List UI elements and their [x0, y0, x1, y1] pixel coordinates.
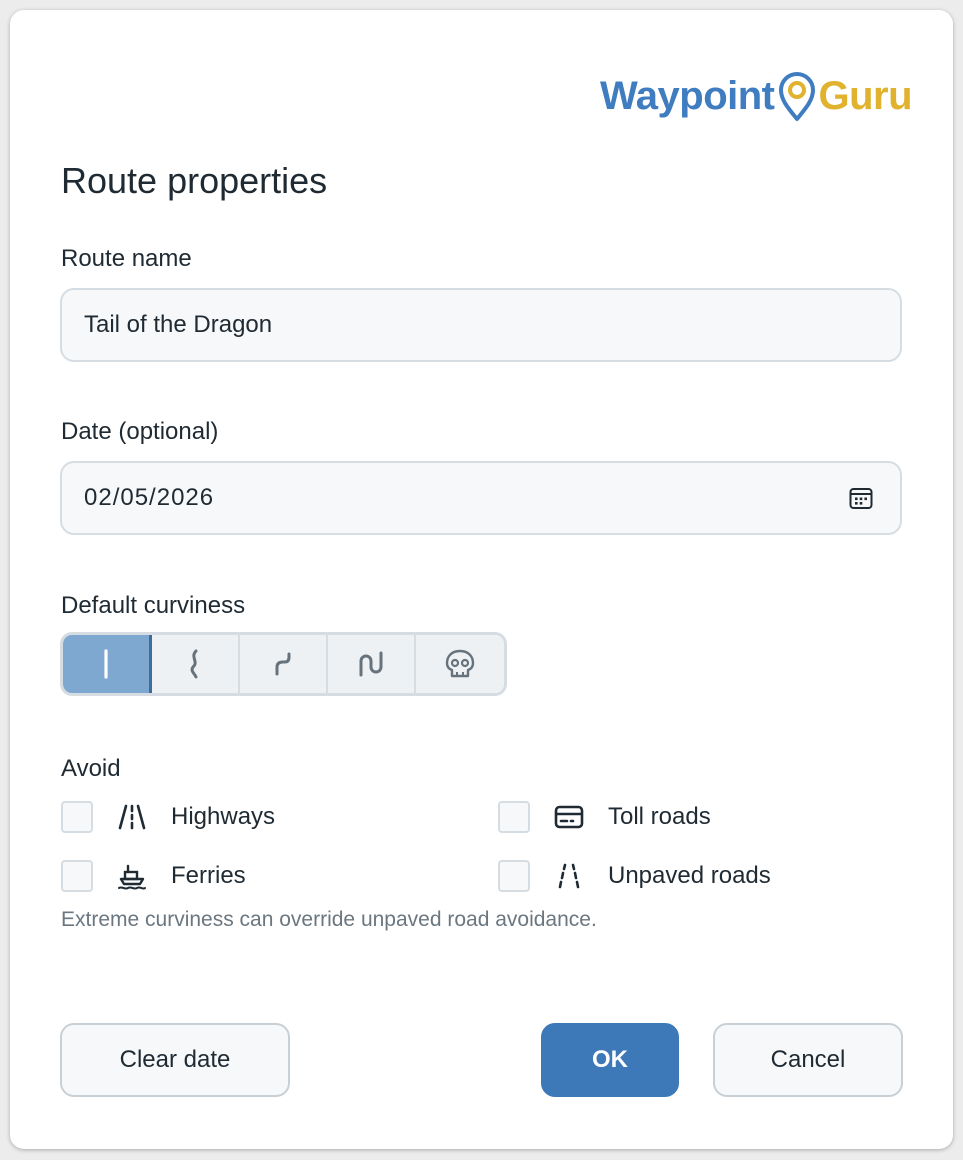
curviness-option-curvy[interactable]: [240, 635, 328, 693]
curviness-option-slight[interactable]: [152, 635, 240, 693]
avoid-ferries-label: Ferries: [171, 862, 246, 889]
skull-icon: [445, 649, 475, 678]
curviness-option-extreme[interactable]: [416, 635, 504, 693]
curviness-option-twisty[interactable]: [328, 635, 416, 693]
avoid-tolls-checkbox[interactable]: [498, 801, 530, 833]
logo-text-guru: Guru: [818, 73, 913, 118]
route-name-label: Route name: [61, 245, 192, 272]
avoid-unpaved-option[interactable]: Unpaved roads: [498, 860, 771, 892]
curviness-label: Default curviness: [61, 592, 246, 619]
clear-date-button[interactable]: Clear date: [60, 1023, 290, 1097]
avoid-ferries-option[interactable]: Ferries: [61, 860, 246, 892]
map-pin-icon: [778, 72, 815, 121]
curviness-selector: [60, 632, 507, 696]
unpaved-road-icon: [558, 863, 580, 889]
calendar-icon[interactable]: [848, 485, 874, 511]
logo-text-waypoint: Waypoint: [600, 73, 775, 118]
slight-curve-icon: [190, 649, 198, 679]
ok-button[interactable]: OK: [541, 1023, 679, 1097]
route-properties-dialog: Waypoint Guru Route properties Route nam…: [10, 10, 953, 1149]
ferry-icon: [118, 864, 146, 890]
date-value: 02/05/2026: [84, 484, 215, 511]
route-name-input[interactable]: Tail of the Dragon: [60, 288, 902, 362]
highway-icon: [118, 804, 146, 830]
avoid-ferries-checkbox[interactable]: [61, 860, 93, 892]
curviness-hint-text: Extreme curviness can override unpaved r…: [61, 908, 597, 931]
date-label: Date (optional): [61, 418, 219, 445]
avoid-highways-label: Highways: [171, 803, 276, 830]
straight-line-icon: [104, 649, 108, 679]
route-name-value: Tail of the Dragon: [84, 311, 273, 338]
dialog-title: Route properties: [61, 160, 328, 201]
avoid-highways-checkbox[interactable]: [61, 801, 93, 833]
waypoint-guru-logo: Waypoint Guru: [600, 68, 913, 124]
twisty-icon: [359, 651, 383, 677]
avoid-highways-option[interactable]: Highways: [61, 801, 275, 833]
date-input[interactable]: 02/05/2026: [60, 461, 902, 535]
cancel-button[interactable]: Cancel: [713, 1023, 903, 1097]
avoid-tolls-label: Toll roads: [608, 803, 711, 830]
curve-icon: [275, 652, 291, 676]
avoid-tolls-option[interactable]: Toll roads: [498, 801, 711, 833]
avoid-unpaved-label: Unpaved roads: [608, 862, 771, 889]
toll-card-icon: [554, 805, 584, 829]
avoid-label: Avoid: [61, 755, 121, 782]
avoid-unpaved-checkbox[interactable]: [498, 860, 530, 892]
curviness-option-straight[interactable]: [63, 635, 152, 693]
